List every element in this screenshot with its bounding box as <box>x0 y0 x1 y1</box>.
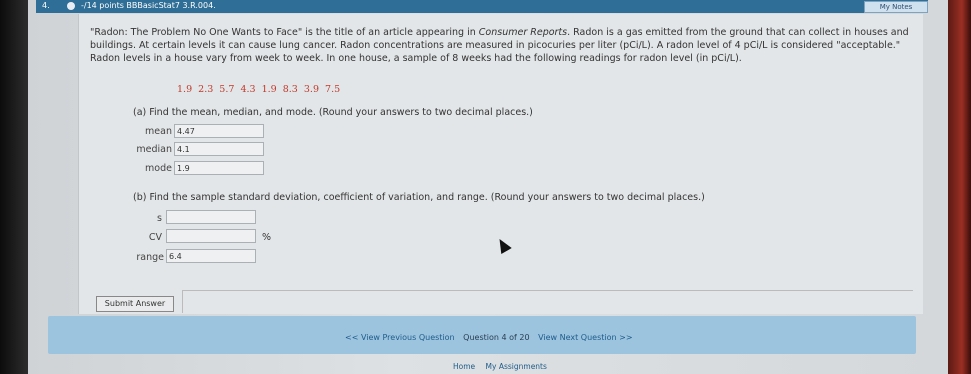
screen-bezel-right <box>948 0 971 374</box>
question-navigation: << View Previous Question Question 4 of … <box>345 333 633 342</box>
mode-input[interactable]: 1.9 <box>174 161 264 175</box>
submit-answer-button[interactable]: Submit Answer <box>96 296 174 312</box>
home-link[interactable]: Home <box>453 362 475 371</box>
question-points: -/14 points BBBasicStat7 3.R.004. <box>81 1 216 10</box>
answer-feedback-area <box>182 290 913 313</box>
question-number: 4. <box>42 1 50 10</box>
median-label: median <box>136 144 172 155</box>
mean-label: mean <box>145 126 172 137</box>
mean-input[interactable]: 4.47 <box>174 124 264 138</box>
s-label: s <box>157 213 162 224</box>
problem-text: "Radon: The Problem No One Wants to Face… <box>90 26 910 65</box>
my-assignments-link[interactable]: My Assignments <box>486 362 547 371</box>
part-b-prompt: (b) Find the sample standard deviation, … <box>133 192 705 203</box>
previous-question-link[interactable]: << View Previous Question <box>345 333 455 342</box>
question-position: Question 4 of 20 <box>463 333 530 342</box>
range-label: range <box>136 252 164 263</box>
next-question-link[interactable]: View Next Question >> <box>538 333 632 342</box>
problem-text-intro: "Radon: The Problem No One Wants to Face… <box>90 27 479 38</box>
data-values: 1.9 2.3 5.7 4.3 1.9 8.3 3.9 7.5 <box>177 84 341 95</box>
footer-links: Home My Assignments <box>453 362 555 371</box>
cv-label: CV <box>148 232 162 243</box>
s-input[interactable] <box>166 210 256 224</box>
cv-unit: % <box>262 232 272 243</box>
cv-input[interactable] <box>166 229 256 243</box>
range-input[interactable]: 6.4 <box>166 249 256 263</box>
mode-label: mode <box>145 163 172 174</box>
expand-icon[interactable] <box>67 2 75 10</box>
part-a-prompt: (a) Find the mean, median, and mode. (Ro… <box>133 107 533 118</box>
screen-bezel-left <box>0 0 28 374</box>
problem-source: Consumer Reports <box>478 27 568 38</box>
median-input[interactable]: 4.1 <box>174 142 264 156</box>
my-notes-button[interactable]: My Notes <box>864 1 928 13</box>
